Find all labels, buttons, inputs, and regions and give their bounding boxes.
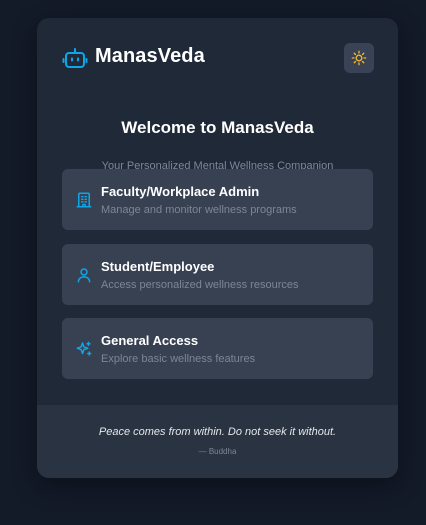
sparkles-icon [75, 340, 93, 358]
brand-name: ManasVeda [95, 45, 205, 67]
quote-text: Peace comes from within. Do not seek it … [98, 426, 337, 438]
option-title: General Access [101, 333, 199, 348]
option-description: Manage and monitor wellness programs [101, 204, 297, 216]
option-student-employee[interactable]: Student/Employee Access personalized wel… [62, 244, 373, 305]
theme-toggle-button[interactable] [344, 43, 374, 73]
option-title: Student/Employee [101, 259, 215, 274]
quote-footer: Peace comes from within. Do not seek it … [37, 405, 398, 478]
option-faculty-admin[interactable]: Faculty/Workplace Admin Manage and monit… [62, 169, 373, 230]
card-header: ManasVeda [37, 18, 398, 98]
option-description: Explore basic wellness features [101, 353, 256, 365]
robot-logo-icon [62, 47, 88, 71]
building-icon [75, 191, 93, 209]
user-icon [75, 266, 93, 284]
option-title: Faculty/Workplace Admin [101, 184, 260, 199]
welcome-title: Welcome to ManasVeda [121, 118, 314, 137]
option-description: Access personalized wellness resources [101, 279, 299, 291]
option-general-access[interactable]: General Access Explore basic wellness fe… [62, 318, 373, 379]
login-card: ManasVeda Welcome to ManasVeda Your Pers… [37, 18, 398, 478]
quote-author: — Buddha [198, 447, 237, 456]
sun-icon [351, 50, 367, 66]
